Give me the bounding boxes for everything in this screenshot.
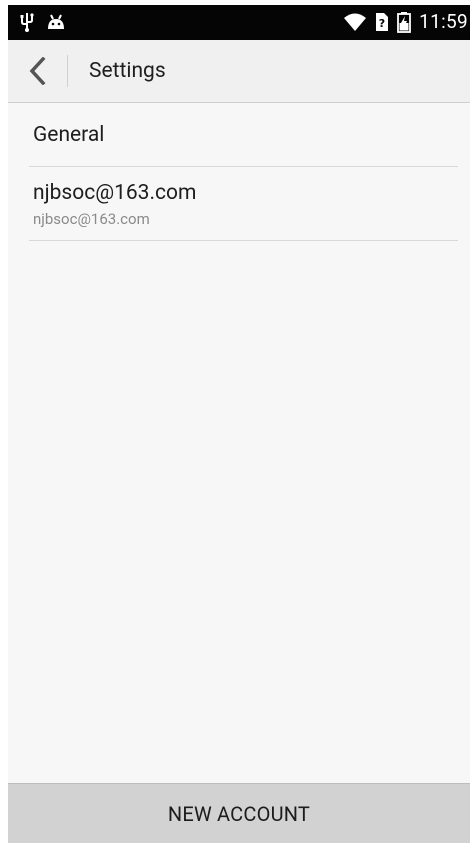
chevron-left-icon — [28, 57, 46, 85]
settings-list: General njbsoc@163.com njbsoc@163.com — [8, 103, 470, 241]
list-item-general[interactable]: General — [29, 103, 458, 167]
android-debug-icon — [46, 13, 66, 31]
list-item-title: General — [33, 123, 105, 147]
page-title: Settings — [89, 59, 166, 83]
sim-unknown-icon: ? — [375, 12, 389, 32]
new-account-button[interactable]: NEW ACCOUNT — [8, 783, 470, 843]
action-bar: Settings — [8, 40, 470, 103]
status-right-icons: ? 11:59 — [343, 10, 468, 34]
back-button[interactable] — [22, 55, 52, 87]
status-time: 11:59 — [419, 10, 468, 33]
account-subtitle: njbsoc@163.com — [33, 210, 150, 228]
battery-charging-icon — [397, 11, 412, 33]
usb-icon — [20, 11, 34, 33]
action-bar-divider — [67, 55, 68, 87]
list-item-account[interactable]: njbsoc@163.com njbsoc@163.com — [29, 167, 458, 241]
wifi-icon — [343, 12, 367, 32]
screen: ? 11:59 Settings General njbsoc@163.com … — [8, 5, 470, 843]
svg-text:?: ? — [379, 17, 385, 30]
status-left-icons — [20, 11, 66, 33]
status-bar: ? 11:59 — [8, 5, 470, 40]
account-title: njbsoc@163.com — [33, 181, 197, 205]
